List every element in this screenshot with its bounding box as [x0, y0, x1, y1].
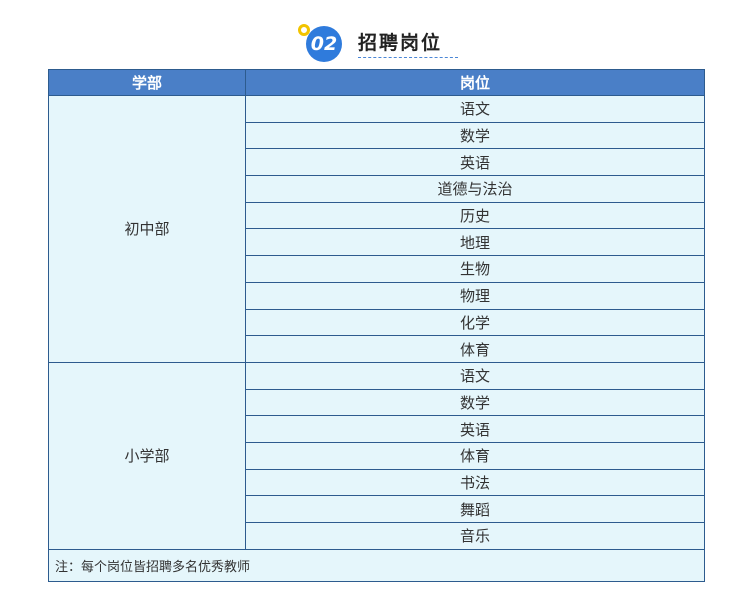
position-cell: 地理 — [245, 228, 705, 257]
position-cell: 英语 — [245, 415, 705, 443]
position-cell: 物理 — [245, 281, 705, 310]
table-row: 小学部 语文 — [48, 361, 705, 550]
position-cell: 舞蹈 — [245, 495, 705, 523]
position-cell: 数学 — [245, 388, 705, 417]
section-number-badge: 02 — [306, 26, 342, 62]
footnote: 注：每个岗位皆招聘多名优秀教师 — [48, 548, 705, 582]
section-header: 02 招聘岗位 — [0, 16, 729, 64]
department-cell-junior: 初中部 — [48, 95, 246, 363]
position-cell: 语文 — [245, 95, 705, 123]
section-title: 招聘岗位 — [358, 32, 443, 54]
note-row: 注：每个岗位皆招聘多名优秀教师 — [48, 548, 705, 582]
position-cell: 语文 — [245, 361, 705, 390]
position-cell: 生物 — [245, 255, 705, 283]
position-cell: 数学 — [245, 121, 705, 150]
position-cell: 音乐 — [245, 522, 705, 550]
position-cell: 书法 — [245, 468, 705, 497]
positions-table: 学部 岗位 初中部 语文 数学 英语 道德与法治 历史 地理 生物 物理 化学 … — [48, 69, 705, 582]
title-underline — [358, 57, 458, 58]
position-cell: 历史 — [245, 201, 705, 230]
table-row: 初中部 语文 — [48, 95, 705, 363]
position-cell: 体育 — [245, 335, 705, 363]
table-header-row: 学部 岗位 — [48, 69, 705, 96]
position-cell: 英语 — [245, 148, 705, 177]
position-cell: 道德与法治 — [245, 175, 705, 203]
position-cell: 体育 — [245, 441, 705, 470]
column-header-position: 岗位 — [245, 69, 705, 96]
column-header-department: 学部 — [48, 69, 246, 96]
department-cell-primary: 小学部 — [48, 361, 246, 550]
position-cell: 化学 — [245, 308, 705, 337]
